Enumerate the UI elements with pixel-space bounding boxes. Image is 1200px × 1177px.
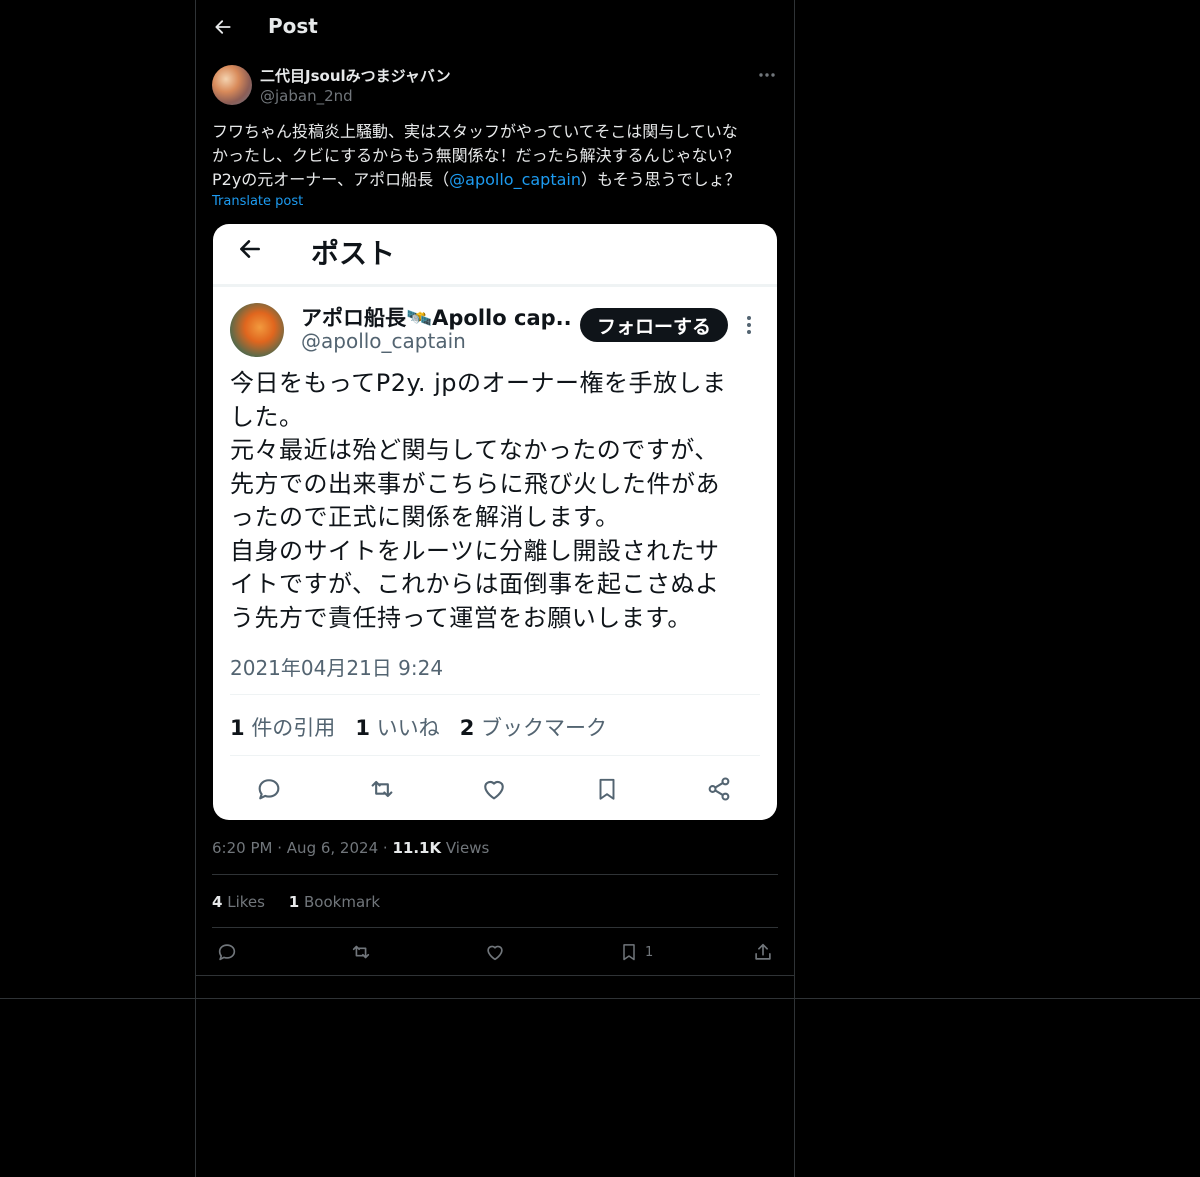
embedded-body-line: 元々最近は殆ど関与してなかったのですが、 [230, 436, 719, 464]
embedded-bookmarks-label: ブックマーク [481, 716, 607, 740]
post-text-segment: P2yの元オーナー、アポロ船長（ [212, 170, 450, 189]
embedded-bookmark-icon [590, 772, 624, 806]
embedded-quotes-count: 1 [230, 716, 245, 740]
reply-button[interactable] [216, 938, 238, 966]
mention-link[interactable]: @apollo_captain [449, 170, 581, 189]
embedded-body-line: 今日をもってP2y. jpのオーナー権を手放しま [230, 369, 727, 397]
author-name[interactable]: 二代目Jsoulみつまジャバン [260, 65, 451, 86]
embedded-share-icon [702, 772, 736, 806]
page-divider [0, 998, 1200, 999]
divider [212, 927, 778, 928]
likes-count-link[interactable]: 4 Likes [212, 893, 265, 911]
back-button[interactable] [210, 14, 236, 40]
embedded-divider [230, 694, 760, 695]
bookmarks-count-link[interactable]: 1 Bookmark [289, 893, 380, 911]
bookmark-button[interactable]: 1 [619, 938, 653, 966]
embedded-body-line: 自身のサイトをルーツに分離し開設されたサ [230, 536, 720, 565]
post-text-line: P2yの元オーナー、アポロ船長（@apollo_captain）もそう思うでしょ… [212, 168, 778, 192]
post-text-line: かったし、クビにするからもう無関係な！だったら解決するんじゃない？ [212, 146, 740, 165]
post-header: Post [196, 0, 794, 54]
bookmarks-label: Bookmark [304, 893, 381, 911]
embedded-body-line: ったので正式に関係を解消します。 [230, 503, 620, 531]
embedded-post-body: 今日をもってP2y. jpのオーナー権を手放しま した。 元々最近は殆ど関与して… [230, 367, 765, 635]
post-date[interactable]: Aug 6, 2024 [287, 839, 378, 857]
main-column: Post 二代目Jsoulみつまジャバン @jaban_2nd フワちゃん投稿炎… [195, 0, 795, 1177]
embedded-reply-icon [252, 772, 286, 806]
embedded-body-line: 先方での出来事がこちらに飛び火した件があ [230, 469, 720, 498]
bookmark-icon [623, 944, 635, 961]
embedded-body-line: イトですが、これからは面倒事を起こさぬよ [230, 570, 720, 598]
retweet-button[interactable] [349, 938, 373, 966]
embedded-retweet-icon [365, 772, 399, 806]
page-title: Post [268, 14, 318, 38]
post-text: フワちゃん投稿炎上騒動、実はスタッフがやっていてそこは関与していな かったし、ク… [212, 120, 778, 192]
author-handle[interactable]: @jaban_2nd [260, 87, 353, 105]
embedded-avatar [230, 303, 284, 357]
embedded-body-line: した。 [230, 402, 304, 431]
engagement-counts: 4 Likes 1 Bookmark [212, 893, 380, 911]
embedded-follow-button: フォローする [580, 308, 728, 342]
column-bottom-border [195, 975, 795, 976]
embedded-stats: 1 件の引用 1 いいね 2 ブックマーク [230, 712, 607, 742]
translate-post-link[interactable]: Translate post [212, 194, 303, 209]
embedded-author-name: アポロ船長🛰️Apollo cap... [301, 306, 571, 330]
embedded-divider [230, 755, 760, 756]
views-count: 11.1K [392, 839, 442, 857]
embedded-timestamp: 2021年04月21日 9:24 [230, 656, 444, 680]
embedded-author-handle: @apollo_captain [301, 329, 466, 353]
embedded-screenshot-image[interactable]: ポスト アポロ船長🛰️Apollo cap... @apollo_captain… [213, 224, 777, 820]
embedded-title: ポスト [311, 237, 396, 270]
embedded-divider [213, 284, 777, 287]
retweet-icon [352, 945, 370, 959]
embedded-likes-count: 1 [355, 716, 370, 740]
embedded-likes-label: いいね [376, 716, 440, 740]
meta-separator: · [277, 839, 283, 857]
embedded-action-bar [213, 772, 777, 806]
embedded-body-line: う先方で責任持って運営をお願いします。 [230, 603, 692, 632]
meta-separator: · [382, 839, 388, 857]
post-text-line: フワちゃん投稿炎上騒動、実はスタッフがやっていてそこは関与していな [212, 122, 738, 141]
post-meta: 6:20 PM · Aug 6, 2024 · 11.1K Views [212, 839, 489, 857]
embedded-back-arrow [235, 234, 265, 264]
views-label: Views [445, 839, 490, 857]
embedded-more-icon [743, 312, 755, 338]
post-time[interactable]: 6:20 PM [212, 839, 272, 857]
embedded-heart-icon [477, 772, 511, 806]
more-icon [759, 73, 775, 77]
bookmark-count: 1 [645, 944, 654, 960]
arrow-left-icon [215, 20, 231, 34]
bookmarks-count: 1 [288, 893, 300, 911]
share-button[interactable] [752, 938, 774, 966]
author-avatar[interactable] [212, 65, 252, 105]
more-button[interactable] [752, 65, 782, 85]
embedded-quotes-label: 件の引用 [251, 716, 336, 740]
post-text-segment: ）もそう思うでしょ？ [581, 170, 741, 189]
embedded-bookmarks-count: 2 [459, 716, 475, 740]
likes-count: 4 [212, 893, 223, 911]
heart-icon [487, 945, 503, 961]
divider [212, 874, 778, 875]
arrow-left-icon [240, 240, 260, 258]
like-button[interactable] [484, 938, 506, 966]
share-icon [755, 943, 771, 960]
reply-icon [218, 944, 236, 961]
likes-label: Likes [227, 893, 265, 911]
